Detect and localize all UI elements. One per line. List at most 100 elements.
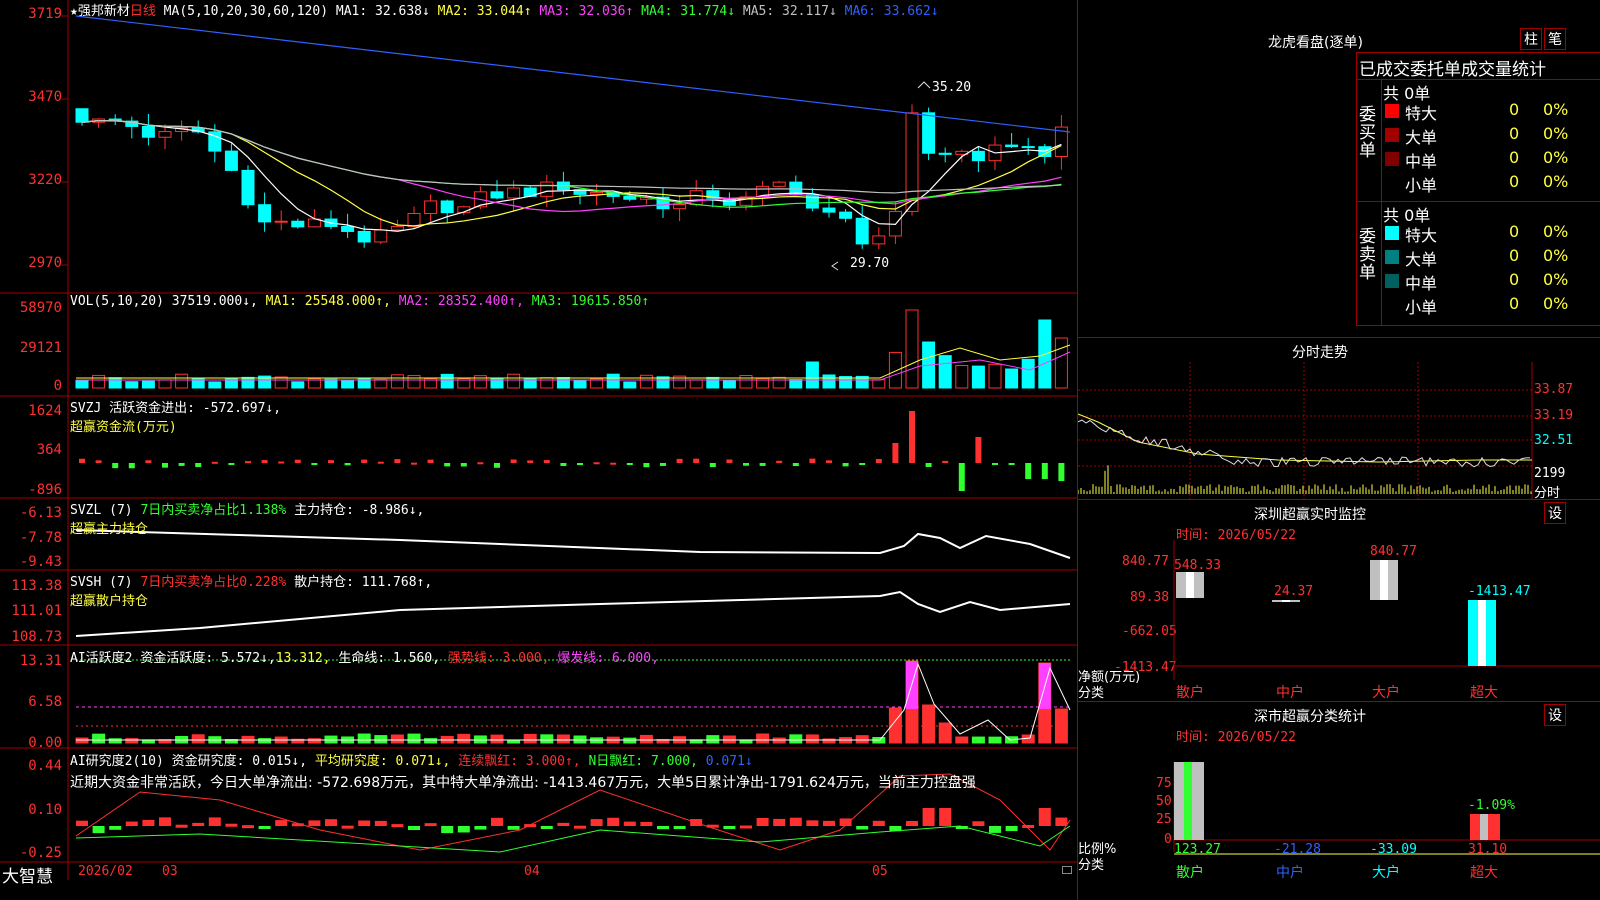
money-flow-bar xyxy=(278,461,285,464)
size-swatch xyxy=(1385,274,1399,288)
research-bar xyxy=(408,826,420,831)
candle-body xyxy=(673,204,687,210)
volume-bar xyxy=(955,365,969,389)
ai1-header: AI活跃度2 资金活跃度: 5.572↓,13.312, 生命线: 1.560,… xyxy=(70,647,659,666)
research-bar xyxy=(92,826,105,834)
research-bar xyxy=(557,822,570,826)
research-bar xyxy=(1005,826,1018,832)
candle-body xyxy=(922,112,936,154)
svsh-header: SVSH (7) 7日内买卖净占比0.228% 散户持仓: 111.768↑, … xyxy=(70,571,432,609)
svzj-name: 超赢资金流(万元) xyxy=(70,420,177,435)
net-amount-bar-highlight xyxy=(1380,560,1388,600)
high-arrow xyxy=(917,81,931,89)
candle-body xyxy=(822,207,836,213)
right-panels: 龙虎看盘(逐单) 柱 笔 已成交委托单成交量统计 委买单 共 0单 特大 0 0% 大… xyxy=(1078,0,1600,900)
low-price-note: 29.70 xyxy=(850,256,890,271)
activity-bar xyxy=(938,722,952,744)
activity-bar xyxy=(955,736,969,744)
candle-body xyxy=(440,200,454,214)
order-name: 特大 xyxy=(1405,104,1438,123)
volume-bar xyxy=(208,381,222,389)
money-flow-bar xyxy=(228,463,235,465)
ai1-v5: 爆发线: 6.000, xyxy=(557,651,659,666)
lock-icon[interactable] xyxy=(1062,866,1072,874)
activity-bar xyxy=(92,733,106,744)
research-bar xyxy=(856,826,869,830)
ratio-value: 31.10 xyxy=(1468,842,1508,857)
money-flow-bar xyxy=(643,463,650,468)
money-flow-bar xyxy=(128,463,135,469)
ai2-v5: 0.071↓ xyxy=(705,754,753,769)
candle-body xyxy=(1005,144,1019,148)
order-count: 0 xyxy=(1509,270,1520,289)
money-flow-bar xyxy=(859,463,866,465)
net-amount-value: 24.37 xyxy=(1274,584,1314,599)
classify-chart xyxy=(1173,762,1600,855)
activity-bar xyxy=(971,736,985,744)
dragon-title: 龙虎看盘(逐单) xyxy=(1268,35,1363,51)
vol-ma3: MA3: 19615.850↑ xyxy=(531,294,650,309)
candle-body xyxy=(905,112,919,212)
money-flow-bar xyxy=(577,463,583,466)
money-flow-bar xyxy=(809,458,816,463)
money-flow-bar xyxy=(958,463,965,491)
order-pct: 0% xyxy=(1543,148,1569,167)
order-name: 中单 xyxy=(1405,274,1438,293)
size-swatch xyxy=(1385,176,1399,190)
candle-body xyxy=(971,150,985,162)
volume-bar xyxy=(1005,368,1019,389)
ai2-v2: 平均研究度: 0.071↓, xyxy=(314,754,451,769)
research-bar xyxy=(623,821,636,826)
svzl-header: SVZL (7) 7日内买卖净占比1.138% 主力持仓: -8.986↓, 超… xyxy=(70,499,424,537)
volume-bar xyxy=(656,376,670,389)
money-flow-bar xyxy=(726,459,733,463)
bar-mode-button[interactable]: 柱 xyxy=(1520,28,1542,50)
candle-body xyxy=(623,195,637,200)
net-amount-value: 548.33 xyxy=(1174,558,1221,573)
candle-body xyxy=(1021,146,1035,149)
volume-bar xyxy=(274,376,288,389)
order-pct: 0% xyxy=(1543,294,1569,313)
svzl-label: SVZL (7) xyxy=(70,503,133,518)
money-flow-bar xyxy=(842,463,849,467)
intraday-chart[interactable] xyxy=(1078,362,1600,500)
order-pct: 0% xyxy=(1543,222,1569,241)
volume-bar xyxy=(108,377,122,389)
dragon-subtitle-box: 已成交委托单成交量统计 xyxy=(1356,52,1600,80)
tick-mode-button[interactable]: 笔 xyxy=(1544,28,1566,50)
vol-ma-line xyxy=(76,344,1071,379)
ai2-label: AI研究度2(10) xyxy=(70,754,164,769)
candle-body xyxy=(374,229,388,243)
activity-bar xyxy=(125,738,139,744)
activity-bar xyxy=(374,735,388,744)
size-swatch xyxy=(1385,226,1399,240)
net-amount-bar-highlight xyxy=(1282,600,1290,602)
volume-bar xyxy=(540,377,554,389)
intraday-panel[interactable]: 分时走势 33.87 33.19 32.51 2199 分时 xyxy=(1078,338,1600,501)
volume-bar xyxy=(623,381,637,389)
volume-bar xyxy=(573,379,587,389)
money-flow-bar xyxy=(211,461,218,464)
money-flow-bar xyxy=(560,463,567,467)
order-count: 0 xyxy=(1509,148,1520,167)
candle-body xyxy=(141,125,155,138)
activity-bar xyxy=(556,734,570,744)
order-name: 大单 xyxy=(1405,250,1438,269)
order-count: 0 xyxy=(1509,246,1520,265)
money-flow-bar xyxy=(875,459,882,463)
candle-body xyxy=(689,190,703,206)
research-bar xyxy=(491,817,503,826)
brand-logo[interactable]: 大智慧 xyxy=(2,862,53,887)
volume-bar xyxy=(805,361,819,389)
money-flow-bar xyxy=(693,458,700,463)
ai2-v3: 连续飘红: 3.000↑, xyxy=(458,754,581,769)
svzj-header: SVZJ 活跃资金进出: -572.697↓, 超赢资金流(万元) xyxy=(70,397,281,435)
ratio-value: -33.09 xyxy=(1370,842,1417,857)
money-flow-bar xyxy=(543,460,550,463)
size-swatch xyxy=(1385,250,1399,264)
research-bar xyxy=(972,821,985,826)
category-label: 中户 xyxy=(1276,865,1304,881)
vol-ma-line xyxy=(76,351,1071,381)
main-chart-area[interactable]: ★强邦新材日线 MA(5,10,20,30,60,120) MA1: 32.63… xyxy=(0,0,1078,900)
activity-bar xyxy=(756,733,770,744)
